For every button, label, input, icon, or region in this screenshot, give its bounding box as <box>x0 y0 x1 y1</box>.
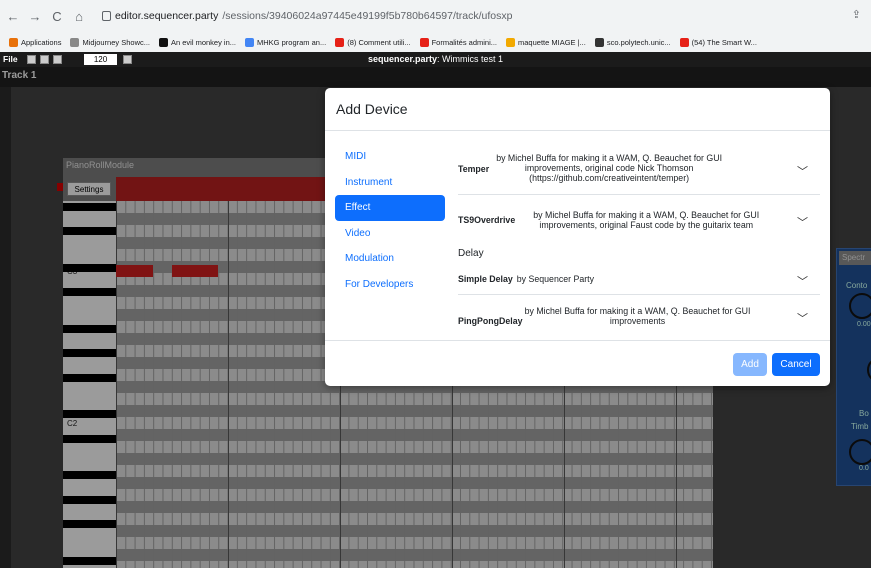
chevron-down-icon[interactable]: ﹀ <box>797 310 808 326</box>
bookmark-label: Midjourney Showc... <box>82 37 150 47</box>
modal-title: Add Device <box>336 101 408 117</box>
add-button[interactable]: Add <box>733 353 767 376</box>
bookmark-icon <box>679 37 689 47</box>
address-bar[interactable]: editor.sequencer.party/sessions/39406024… <box>102 7 512 25</box>
bookmark-label: Applications <box>21 37 62 47</box>
forward-icon[interactable]: → <box>26 9 44 24</box>
bookmark-item[interactable]: sco.polytech.unic... <box>594 37 671 47</box>
bookmark-item[interactable]: maquette MIAGE |... <box>506 37 586 47</box>
bookmark-label: maquette MIAGE |... <box>518 37 586 47</box>
chevron-down-icon[interactable]: ﹀ <box>797 273 808 289</box>
device-desc: by Sequencer Party <box>516 274 595 284</box>
bookmark-label: (8) Comment utili... <box>347 37 411 47</box>
nav-midi[interactable]: MIDI <box>335 144 445 170</box>
app-toolbar: File 120 sequencer.party: Wimmics test 1 <box>0 52 871 67</box>
share-icon[interactable]: ⇪ <box>852 8 861 21</box>
bookmark-icon <box>335 37 345 47</box>
nav-instrument[interactable]: Instrument <box>335 170 445 196</box>
nav-video[interactable]: Video <box>335 221 445 247</box>
device-desc: by Michel Buffa for making it a WAM, Q. … <box>496 153 723 183</box>
bookmark-label: Formalités admini... <box>431 37 498 47</box>
bookmark-label: sco.polytech.unic... <box>606 37 671 47</box>
bookmark-item[interactable]: Formalités admini... <box>419 37 498 47</box>
device-temper[interactable]: Temper by Michel Buffa for making it a W… <box>458 144 820 194</box>
device-ts9overdrive[interactable]: TS9Overdrive by Michel Buffa for making … <box>458 195 820 245</box>
bookmark-icon <box>158 37 168 47</box>
device-pingpongdelay[interactable]: PingPongDelay by Michel Buffa for making… <box>458 295 820 337</box>
bookmark-item[interactable]: An evil monkey in... <box>158 37 237 47</box>
bookmark-icon <box>245 37 255 47</box>
home-icon[interactable]: ⌂ <box>70 9 88 24</box>
bookmark-icon <box>70 37 80 47</box>
reload-icon[interactable]: C <box>48 9 66 24</box>
device-name: TS9Overdrive <box>458 215 516 225</box>
divider <box>325 130 830 131</box>
nav-modulation[interactable]: Modulation <box>335 246 445 272</box>
bookmark-item[interactable]: Applications <box>9 37 62 47</box>
bookmark-icon <box>419 37 429 47</box>
bookmark-icon <box>594 37 604 47</box>
bookmark-label: An evil monkey in... <box>170 37 237 47</box>
bookmark-icon <box>9 37 18 47</box>
divider <box>325 340 830 341</box>
device-desc: by Michel Buffa for making it a WAM, Q. … <box>533 210 760 230</box>
bookmark-item[interactable]: (54) The Smart W... <box>679 37 757 47</box>
device-desc: by Michel Buffa for making it a WAM, Q. … <box>524 306 751 326</box>
category-nav: MIDI Instrument Effect Video Modulation For D… <box>335 144 445 297</box>
nav-for-developers[interactable]: For Developers <box>335 272 445 298</box>
browser-chrome: ← → C ⌂ editor.sequencer.party/sessions/… <box>0 0 871 52</box>
url-path: /sessions/39406024a97445e49199f5b780b645… <box>222 10 513 22</box>
chevron-down-icon[interactable]: ﹀ <box>797 163 808 179</box>
device-name: Temper <box>458 164 490 174</box>
url-host: editor.sequencer.party <box>115 10 219 22</box>
device-name: Simple Delay <box>458 274 513 284</box>
cancel-button[interactable]: Cancel <box>772 353 820 376</box>
device-name: PingPongDelay <box>458 316 523 326</box>
nav-effect[interactable]: Effect <box>335 195 445 221</box>
bookmark-icon <box>506 37 516 47</box>
bookmark-item[interactable]: (8) Comment utili... <box>335 37 411 47</box>
bookmark-label: (54) The Smart W... <box>691 37 757 47</box>
back-icon[interactable]: ← <box>4 9 22 24</box>
lock-icon <box>102 11 111 21</box>
chevron-down-icon[interactable]: ﹀ <box>797 214 808 230</box>
add-device-modal: Add Device MIDI Instrument Effect Video Modu… <box>325 88 830 386</box>
bookmarks-bar: Applications Midjourney Showc... An evil m… <box>0 32 871 52</box>
bookmark-item[interactable]: Midjourney Showc... <box>70 37 150 47</box>
bookmark-label: MHKG program an... <box>257 37 327 47</box>
device-simple-delay[interactable]: Simple Delay by Sequencer Party ﹀ <box>458 264 820 294</box>
bookmark-item[interactable]: MHKG program an... <box>245 37 327 47</box>
category-delay: Delay <box>458 248 484 259</box>
app-title: sequencer.party: Wimmics test 1 <box>367 54 504 64</box>
